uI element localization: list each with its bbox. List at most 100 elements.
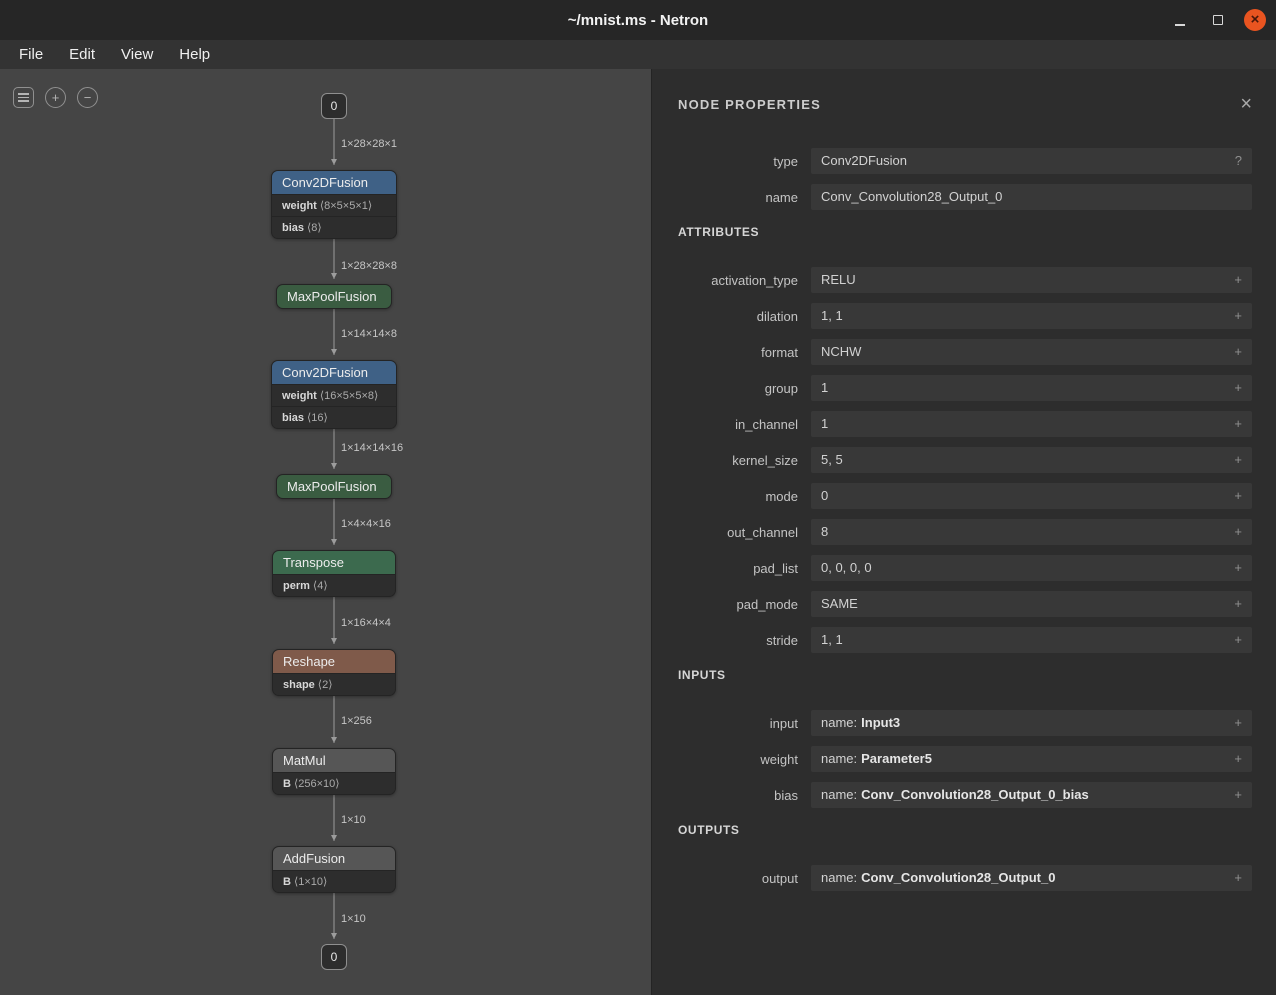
- expand-icon[interactable]: +: [1234, 339, 1242, 365]
- expand-icon[interactable]: +: [1234, 267, 1242, 293]
- graph-node-maxpoolfusion-2[interactable]: MaxPoolFusion: [276, 474, 392, 499]
- graph-node-input[interactable]: 0: [321, 93, 347, 119]
- attribute-value-box[interactable]: SAME +: [811, 591, 1252, 617]
- graph-node-matmul[interactable]: MatMul B⟨256×10⟩: [272, 748, 396, 795]
- expand-icon[interactable]: +: [1234, 375, 1242, 401]
- input-value-box[interactable]: name:Parameter5 +: [811, 746, 1252, 772]
- attribute-value-box[interactable]: 0 +: [811, 483, 1252, 509]
- expand-icon[interactable]: +: [1234, 483, 1242, 509]
- expand-icon[interactable]: +: [1234, 303, 1242, 329]
- graph-node-addfusion[interactable]: AddFusion B⟨1×10⟩: [272, 846, 396, 893]
- node-attr-row: bias⟨16⟩: [272, 406, 396, 428]
- attribute-row-out_channel: out_channel 8 +: [678, 519, 1252, 545]
- expand-icon[interactable]: +: [1234, 746, 1242, 772]
- minimize-button[interactable]: [1168, 8, 1192, 32]
- graph-node-output[interactable]: 0: [321, 944, 347, 970]
- maximize-button[interactable]: [1206, 8, 1230, 32]
- attribute-value-box[interactable]: RELU +: [811, 267, 1252, 293]
- node-header[interactable]: Conv2DFusion: [272, 361, 396, 384]
- close-button[interactable]: ×: [1244, 9, 1266, 31]
- input-row-bias: bias name:Conv_Convolution28_Output_0_bi…: [678, 782, 1252, 808]
- node-attr-value: ⟨8⟩: [307, 222, 322, 234]
- property-label: name: [678, 190, 798, 205]
- input-name-prefix: name:: [821, 787, 857, 802]
- close-icon: ×: [1251, 10, 1260, 30]
- attribute-value-box[interactable]: NCHW +: [811, 339, 1252, 365]
- attribute-label: dilation: [678, 309, 798, 324]
- help-icon[interactable]: ?: [1235, 148, 1242, 174]
- node-attr-value: ⟨16⟩: [307, 412, 328, 424]
- edge-shape-label: 1×16×4×4: [341, 617, 391, 629]
- menu-file[interactable]: File: [6, 43, 56, 66]
- attribute-value: 0: [821, 483, 1226, 509]
- expand-icon[interactable]: +: [1234, 447, 1242, 473]
- graph-canvas[interactable]: + − 1×28×28×1 1×28×28×8 1×14×14×8 1×14×1…: [0, 69, 651, 995]
- node-header[interactable]: Reshape: [273, 650, 395, 673]
- attribute-label: activation_type: [678, 273, 798, 288]
- node-attr-value: ⟨4⟩: [313, 580, 328, 592]
- edge-shape-label: 1×10: [341, 814, 366, 826]
- attribute-label: group: [678, 381, 798, 396]
- expand-icon[interactable]: +: [1234, 865, 1242, 891]
- node-attr-row: shape⟨2⟩: [273, 673, 395, 695]
- attribute-value-box[interactable]: 8 +: [811, 519, 1252, 545]
- input-value-box[interactable]: name:Input3 +: [811, 710, 1252, 736]
- graph-node-conv2dfusion-2[interactable]: Conv2DFusion weight⟨16×5×5×8⟩ bias⟨16⟩: [271, 360, 397, 429]
- menu-view[interactable]: View: [108, 43, 166, 66]
- attribute-label: in_channel: [678, 417, 798, 432]
- node-header[interactable]: MatMul: [273, 749, 395, 772]
- edge-shape-label: 1×14×14×8: [341, 328, 397, 340]
- input-name: Input3: [861, 715, 900, 730]
- panel-close-icon[interactable]: ×: [1240, 95, 1252, 113]
- attributes-section-title: ATTRIBUTES: [678, 225, 1252, 239]
- expand-icon[interactable]: +: [1234, 519, 1242, 545]
- attribute-value-box[interactable]: 1 +: [811, 411, 1252, 437]
- attribute-value-box[interactable]: 1 +: [811, 375, 1252, 401]
- attribute-value: RELU: [821, 267, 1226, 293]
- attribute-value-box[interactable]: 0, 0, 0, 0 +: [811, 555, 1252, 581]
- attribute-value-box[interactable]: 1, 1 +: [811, 303, 1252, 329]
- input-name-prefix: name:: [821, 751, 857, 766]
- graph-node-conv2dfusion-1[interactable]: Conv2DFusion weight⟨8×5×5×1⟩ bias⟨8⟩: [271, 170, 397, 239]
- attribute-value-box[interactable]: 5, 5 +: [811, 447, 1252, 473]
- node-header[interactable]: MaxPoolFusion: [277, 475, 391, 498]
- zoom-out-button[interactable]: −: [77, 87, 98, 108]
- menu-help[interactable]: Help: [166, 43, 223, 66]
- input-value-box[interactable]: name:Conv_Convolution28_Output_0_bias +: [811, 782, 1252, 808]
- expand-icon[interactable]: +: [1234, 782, 1242, 808]
- node-header[interactable]: MaxPoolFusion: [277, 285, 391, 308]
- hamburger-icon: [18, 93, 29, 102]
- graph-node-maxpoolfusion-1[interactable]: MaxPoolFusion: [276, 284, 392, 309]
- node-header[interactable]: Conv2DFusion: [272, 171, 396, 194]
- expand-icon[interactable]: +: [1234, 710, 1242, 736]
- node-header[interactable]: Transpose: [273, 551, 395, 574]
- attribute-label: pad_list: [678, 561, 798, 576]
- attribute-label: kernel_size: [678, 453, 798, 468]
- expand-icon[interactable]: +: [1234, 555, 1242, 581]
- input-value: name:Conv_Convolution28_Output_0_bias: [821, 782, 1226, 808]
- zoom-in-button[interactable]: +: [45, 87, 66, 108]
- node-header[interactable]: AddFusion: [273, 847, 395, 870]
- property-row-name: name Conv_Convolution28_Output_0: [678, 184, 1252, 210]
- attribute-value: NCHW: [821, 339, 1226, 365]
- expand-icon[interactable]: +: [1234, 411, 1242, 437]
- expand-icon[interactable]: +: [1234, 591, 1242, 617]
- menu-edit[interactable]: Edit: [56, 43, 108, 66]
- attribute-value: 5, 5: [821, 447, 1226, 473]
- expand-icon[interactable]: +: [1234, 627, 1242, 653]
- attribute-row-dilation: dilation 1, 1 +: [678, 303, 1252, 329]
- menubar: File Edit View Help: [0, 40, 1276, 69]
- property-value-box[interactable]: Conv_Convolution28_Output_0: [811, 184, 1252, 210]
- attribute-value-box[interactable]: 1, 1 +: [811, 627, 1252, 653]
- minimize-icon: [1175, 24, 1185, 26]
- output-value-box[interactable]: name:Conv_Convolution28_Output_0 +: [811, 865, 1252, 891]
- graph-node-reshape[interactable]: Reshape shape⟨2⟩: [272, 649, 396, 696]
- property-value-box[interactable]: Conv2DFusion ?: [811, 148, 1252, 174]
- main-content: + − 1×28×28×1 1×28×28×8 1×14×14×8 1×14×1…: [0, 69, 1276, 995]
- node-attr-value: ⟨16×5×5×8⟩: [320, 390, 378, 402]
- graph-node-transpose[interactable]: Transpose perm⟨4⟩: [272, 550, 396, 597]
- attribute-value: 0, 0, 0, 0: [821, 555, 1226, 581]
- property-value: Conv_Convolution28_Output_0: [821, 184, 1242, 210]
- attribute-row-pad_mode: pad_mode SAME +: [678, 591, 1252, 617]
- menu-toggle-button[interactable]: [13, 87, 34, 108]
